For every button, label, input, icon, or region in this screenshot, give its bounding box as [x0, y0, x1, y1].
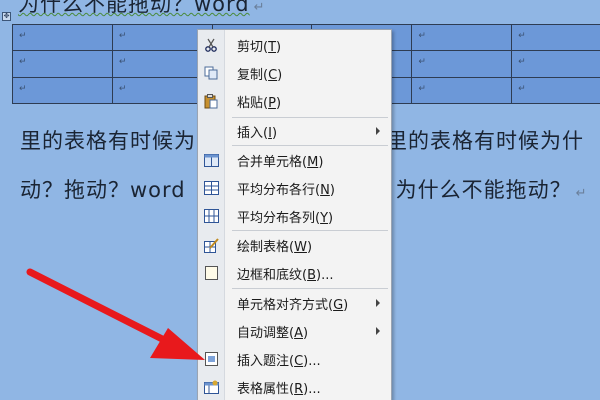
menu-item-distribute-rows[interactable]: 平均分布各行(N): [198, 175, 391, 201]
menu-item-table-properties[interactable]: 表格属性(R)...: [198, 374, 391, 400]
table-cell[interactable]: ↵: [411, 76, 513, 105]
annotation-arrow-shaft: [26, 268, 180, 350]
menu-label-insert-caption: 插入题注(C)...: [237, 353, 321, 369]
distribute-columns-icon: [203, 208, 219, 224]
borders-shading-icon: [203, 265, 219, 281]
menu-item-insert-caption[interactable]: 插入题注(C)...: [198, 346, 391, 372]
menu-item-distribute-columns[interactable]: 平均分布各列(Y): [198, 203, 391, 229]
merge-cells-icon: [203, 152, 219, 168]
menu-separator: [232, 230, 388, 231]
copy-icon: [203, 65, 219, 81]
menu-label-merge-cells: 合并单元格(M): [237, 154, 324, 170]
menu-label-borders-shading: 边框和底纹(B)...: [237, 267, 334, 283]
table-cell[interactable]: ↵: [12, 50, 113, 78]
menu-label-cut: 剪切(T): [237, 39, 282, 55]
menu-label-copy: 复制(C): [237, 67, 283, 83]
menu-label-distribute-columns: 平均分布各列(Y): [237, 210, 334, 226]
menu-label-table-properties: 表格属性(R)...: [237, 381, 321, 397]
menu-label-paste: 粘贴(P): [237, 95, 282, 111]
body-line2-right-text: 为什么不能拖动？: [395, 178, 572, 202]
table-context-menu: 剪切(T) 复制(C) 粘贴(P) 插入(I) 合并单元格(M) 平均分布各行(…: [197, 29, 392, 400]
menu-separator: [232, 145, 388, 146]
table-cell[interactable]: ↵: [511, 76, 600, 105]
submenu-arrow-icon: [376, 327, 380, 335]
body-line2-left-text: 动？拖动？word: [20, 178, 186, 202]
menu-item-draw-table[interactable]: 绘制表格(W): [198, 232, 391, 258]
menu-item-merge-cells[interactable]: 合并单元格(M): [198, 147, 391, 173]
paste-icon: [203, 93, 219, 109]
menu-separator: [232, 288, 388, 289]
menu-item-autofit[interactable]: 自动调整(A): [198, 318, 391, 344]
document-title-text: 为什么不能拖动？word: [18, 0, 250, 16]
submenu-arrow-icon: [376, 299, 380, 307]
menu-label-draw-table: 绘制表格(W): [237, 239, 313, 255]
paragraph-mark: ↵: [253, 0, 266, 15]
submenu-arrow-icon: [376, 127, 380, 135]
table-cell[interactable]: ↵: [12, 76, 113, 105]
body-line1-right-text: 里的表格有时候为什: [386, 129, 584, 153]
distribute-rows-icon: [203, 180, 219, 196]
table-cell[interactable]: ↵: [511, 23, 600, 52]
draw-table-icon: [203, 237, 219, 253]
menu-label-distribute-rows: 平均分布各行(N): [237, 182, 335, 198]
scissors-icon: [203, 37, 219, 53]
table-cell[interactable]: ↵: [411, 50, 513, 78]
paragraph-mark-2: ↵: [575, 186, 588, 201]
table-cell[interactable]: ↵: [511, 50, 600, 78]
menu-item-paste[interactable]: 粘贴(P): [198, 88, 391, 114]
table-cell[interactable]: ↵: [12, 23, 113, 52]
menu-label-autofit: 自动调整(A): [237, 325, 309, 341]
menu-item-cell-alignment[interactable]: 单元格对齐方式(G): [198, 290, 391, 316]
table-cell[interactable]: ↵: [411, 23, 513, 52]
table-properties-icon: [203, 379, 219, 395]
insert-caption-icon: [203, 351, 219, 367]
body-line1-left-text: 里的表格有时候为: [20, 129, 196, 153]
menu-item-borders-shading[interactable]: 边框和底纹(B)...: [198, 260, 391, 286]
menu-item-cut[interactable]: 剪切(T): [198, 32, 391, 58]
menu-item-insert[interactable]: 插入(I): [198, 118, 391, 144]
menu-label-cell-alignment: 单元格对齐方式(G): [237, 297, 349, 313]
menu-label-insert: 插入(I): [237, 125, 278, 141]
table-move-handle[interactable]: ✥: [2, 12, 11, 21]
menu-item-copy[interactable]: 复制(C): [198, 60, 391, 86]
document-title-line: 为什么不能拖动？word ↵: [18, 0, 266, 18]
